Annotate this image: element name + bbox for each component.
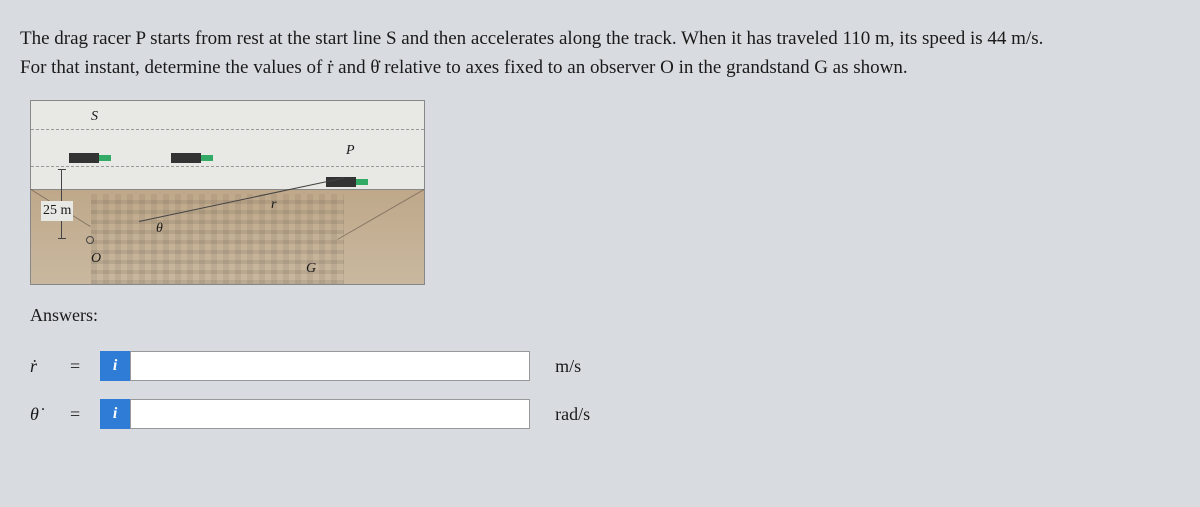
answer-row-theta: θ̇ = i rad/s (30, 399, 1180, 429)
origin-marker (86, 236, 94, 244)
var-rdot: ṙ (30, 356, 70, 377)
problem-line2: For that instant, determine the values o… (20, 57, 908, 78)
answer-row-r: ṙ = i m/s (30, 351, 1180, 381)
problem-diagram: S P r θ O G 25 m (30, 100, 425, 285)
info-icon[interactable]: i (100, 399, 130, 429)
track-line (31, 129, 424, 130)
thetadot-input[interactable] (130, 399, 530, 429)
answers-heading: Answers: (30, 305, 1180, 326)
var-thetadot: θ̇ (30, 404, 70, 425)
label-r: r (271, 197, 276, 213)
car-mid-icon (171, 153, 201, 163)
perspective-line (337, 189, 424, 240)
equals-sign: = (70, 356, 80, 377)
rdot-input[interactable] (130, 351, 530, 381)
label-o: O (91, 251, 101, 267)
problem-line1: The drag racer P starts from rest at the… (20, 28, 1043, 49)
unit-rads: rad/s (555, 404, 590, 425)
equals-sign: = (70, 404, 80, 425)
label-p: P (346, 143, 355, 159)
info-icon[interactable]: i (100, 351, 130, 381)
label-theta: θ (156, 221, 163, 237)
label-distance: 25 m (41, 201, 73, 221)
track-edge (31, 189, 424, 190)
label-s: S (91, 109, 98, 125)
car-start-icon (69, 153, 99, 163)
unit-ms: m/s (555, 356, 581, 377)
track-line (31, 166, 424, 167)
label-g: G (306, 261, 316, 277)
problem-statement: The drag racer P starts from rest at the… (20, 25, 1180, 82)
